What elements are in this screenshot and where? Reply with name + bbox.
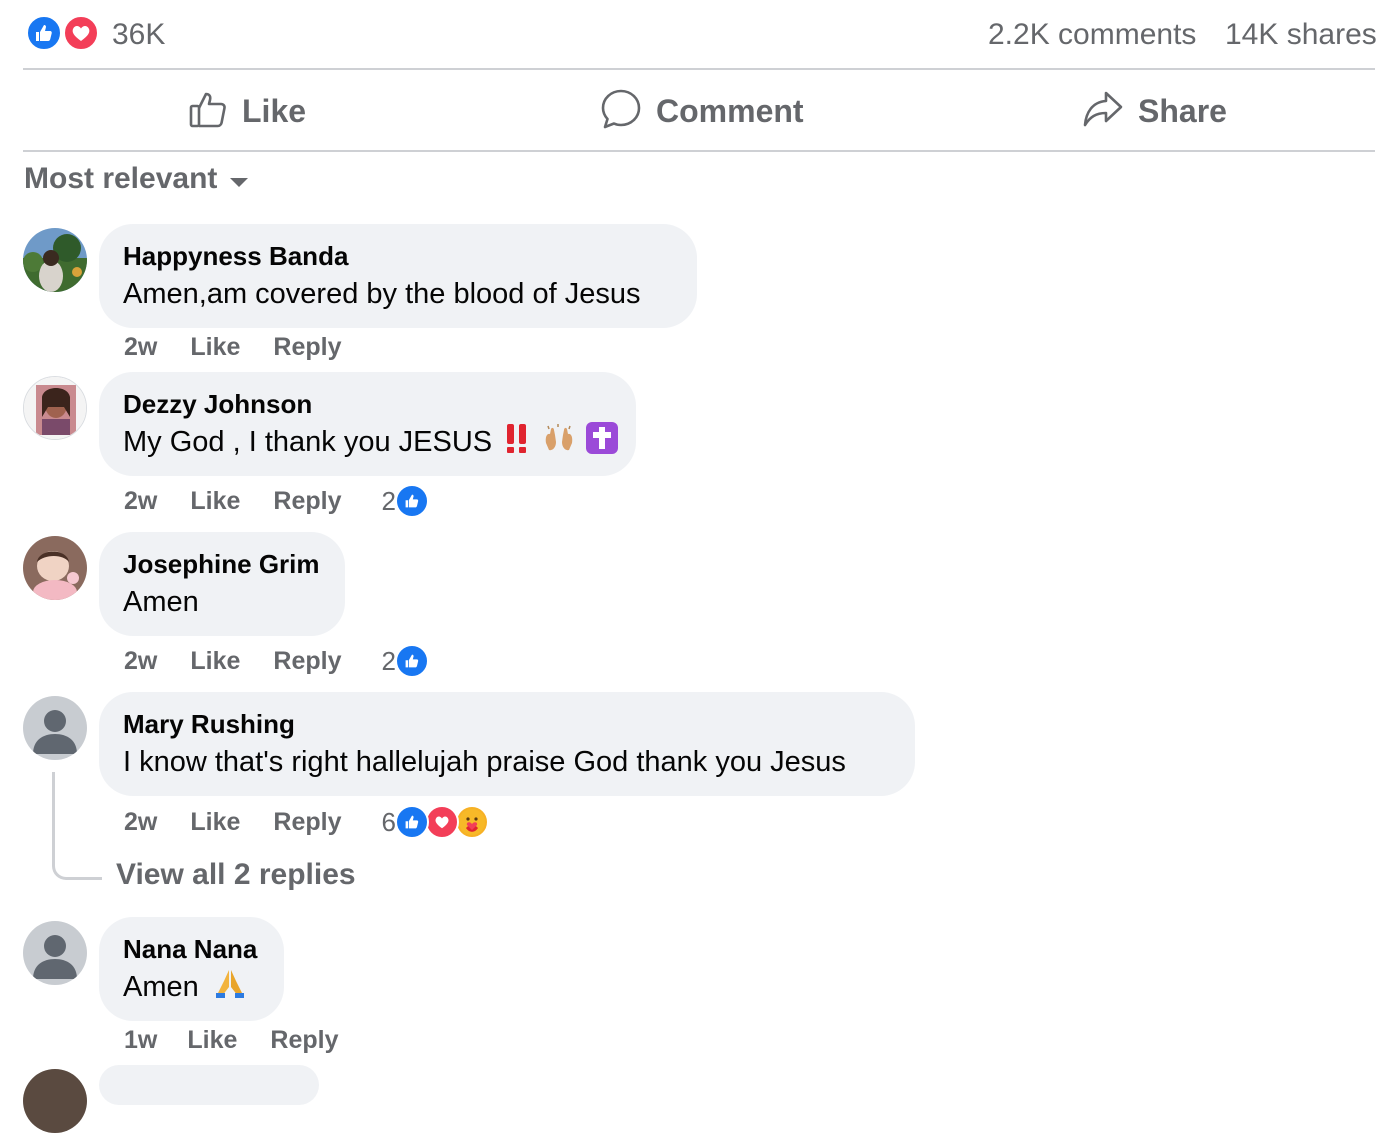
comment-timestamp[interactable]: 2w — [124, 647, 157, 676]
comment-reaction-count[interactable]: 2 — [381, 646, 395, 677]
raising-hands-icon — [542, 423, 576, 464]
divider — [23, 68, 1375, 70]
reaction-count: 36K — [112, 18, 166, 51]
avatar[interactable] — [23, 228, 87, 292]
comment-actions: 2w Like Reply — [124, 329, 381, 365]
like-reaction-icon — [394, 644, 429, 678]
view-replies-link[interactable]: View all 2 replies — [116, 858, 356, 892]
share-icon — [1082, 89, 1124, 134]
comment-bubble: Nana Nana Amen — [99, 917, 284, 1021]
comment-button-label: Comment — [656, 92, 804, 129]
avatar[interactable] — [23, 536, 87, 600]
comment-text: Amen — [123, 971, 199, 1004]
thumbs-up-icon — [188, 89, 228, 134]
comment-icon — [600, 88, 642, 135]
comment-timestamp[interactable]: 2w — [124, 333, 157, 362]
comment-like-button[interactable]: Like — [190, 333, 240, 362]
comment-timestamp[interactable]: 2w — [124, 487, 157, 516]
comment-reply-button[interactable]: Reply — [273, 808, 341, 837]
default-avatar-icon[interactable] — [23, 696, 87, 760]
comment-reply-button[interactable]: Reply — [273, 487, 341, 516]
reaction-summary[interactable]: 36K — [25, 14, 185, 56]
comment-actions: 2w Like Reply 2 — [124, 643, 429, 679]
comment-text: Amen,am covered by the blood of Jesus — [123, 278, 641, 310]
comment-like-button[interactable]: Like — [190, 808, 240, 837]
comment-actions: 2w Like Reply 2 — [124, 483, 429, 519]
like-reaction-icon — [394, 484, 429, 518]
comment-text-row: Amen — [123, 967, 260, 1010]
comment-reply-button[interactable]: Reply — [273, 333, 341, 362]
comment-reaction-count[interactable]: 6 — [381, 807, 395, 838]
comment-text: My God , I thank you JESUS — [123, 426, 493, 459]
comment-actions: 1w Like Reply — [124, 1022, 378, 1058]
comment-bubble: Dezzy Johnson My God , I thank you JESUS — [99, 372, 636, 476]
comment-like-button[interactable]: Like — [187, 1026, 237, 1055]
commenter-name[interactable]: Mary Rushing — [123, 708, 891, 740]
reply-thread-line — [52, 772, 102, 880]
comment-timestamp[interactable]: 1w — [124, 1026, 157, 1055]
comment-reply-button[interactable]: Reply — [273, 647, 341, 676]
comment-text: Amen — [123, 586, 199, 618]
like-reaction-icon — [394, 805, 429, 839]
share-button[interactable]: Share — [1082, 84, 1227, 138]
comment-bubble: Mary Rushing I know that's right hallelu… — [99, 692, 915, 796]
comment-button[interactable]: Comment — [600, 84, 804, 138]
comment-actions: 2w Like Reply 6 — [124, 804, 489, 840]
share-count-link[interactable]: 14K shares — [1225, 17, 1377, 53]
share-button-label: Share — [1138, 92, 1227, 129]
love-reaction-icon — [424, 805, 459, 839]
sort-label: Most relevant — [24, 162, 218, 195]
like-button-label: Like — [242, 92, 307, 129]
latin-cross-icon — [586, 422, 619, 465]
comment-reaction-count[interactable]: 2 — [381, 486, 395, 517]
sort-dropdown[interactable]: Most relevant — [24, 162, 249, 196]
commenter-name[interactable]: Dezzy Johnson — [123, 388, 612, 420]
care-reaction-icon — [454, 805, 489, 839]
commenter-name[interactable]: Josephine Grim — [123, 548, 321, 580]
like-button[interactable]: Like — [188, 84, 306, 138]
comment-text: I know that's right hallelujah praise Go… — [123, 746, 846, 778]
comment-like-button[interactable]: Like — [190, 487, 240, 516]
comment-text-row: My God , I thank you JESUS — [123, 422, 619, 465]
folded-hands-icon — [213, 967, 247, 1010]
love-reaction-icon — [62, 14, 100, 52]
comment-bubble: Happyness Banda Amen,am covered by the b… — [99, 224, 697, 328]
comment-bubble — [99, 1065, 319, 1105]
default-avatar-icon[interactable] — [23, 921, 87, 985]
commenter-name[interactable]: Nana Nana — [123, 933, 260, 965]
avatar[interactable] — [23, 1069, 87, 1133]
commenter-name[interactable]: Happyness Banda — [123, 240, 673, 272]
comment-timestamp[interactable]: 2w — [124, 808, 157, 837]
comment-like-button[interactable]: Like — [190, 647, 240, 676]
divider — [23, 150, 1375, 152]
caret-down-icon — [229, 162, 249, 196]
comment-reply-button[interactable]: Reply — [270, 1026, 338, 1055]
avatar[interactable] — [23, 376, 87, 440]
comment-count-link[interactable]: 2.2K comments — [988, 17, 1196, 53]
like-reaction-icon — [25, 14, 63, 52]
double-exclamation-icon — [504, 422, 530, 465]
comment-bubble: Josephine Grim Amen — [99, 532, 345, 636]
